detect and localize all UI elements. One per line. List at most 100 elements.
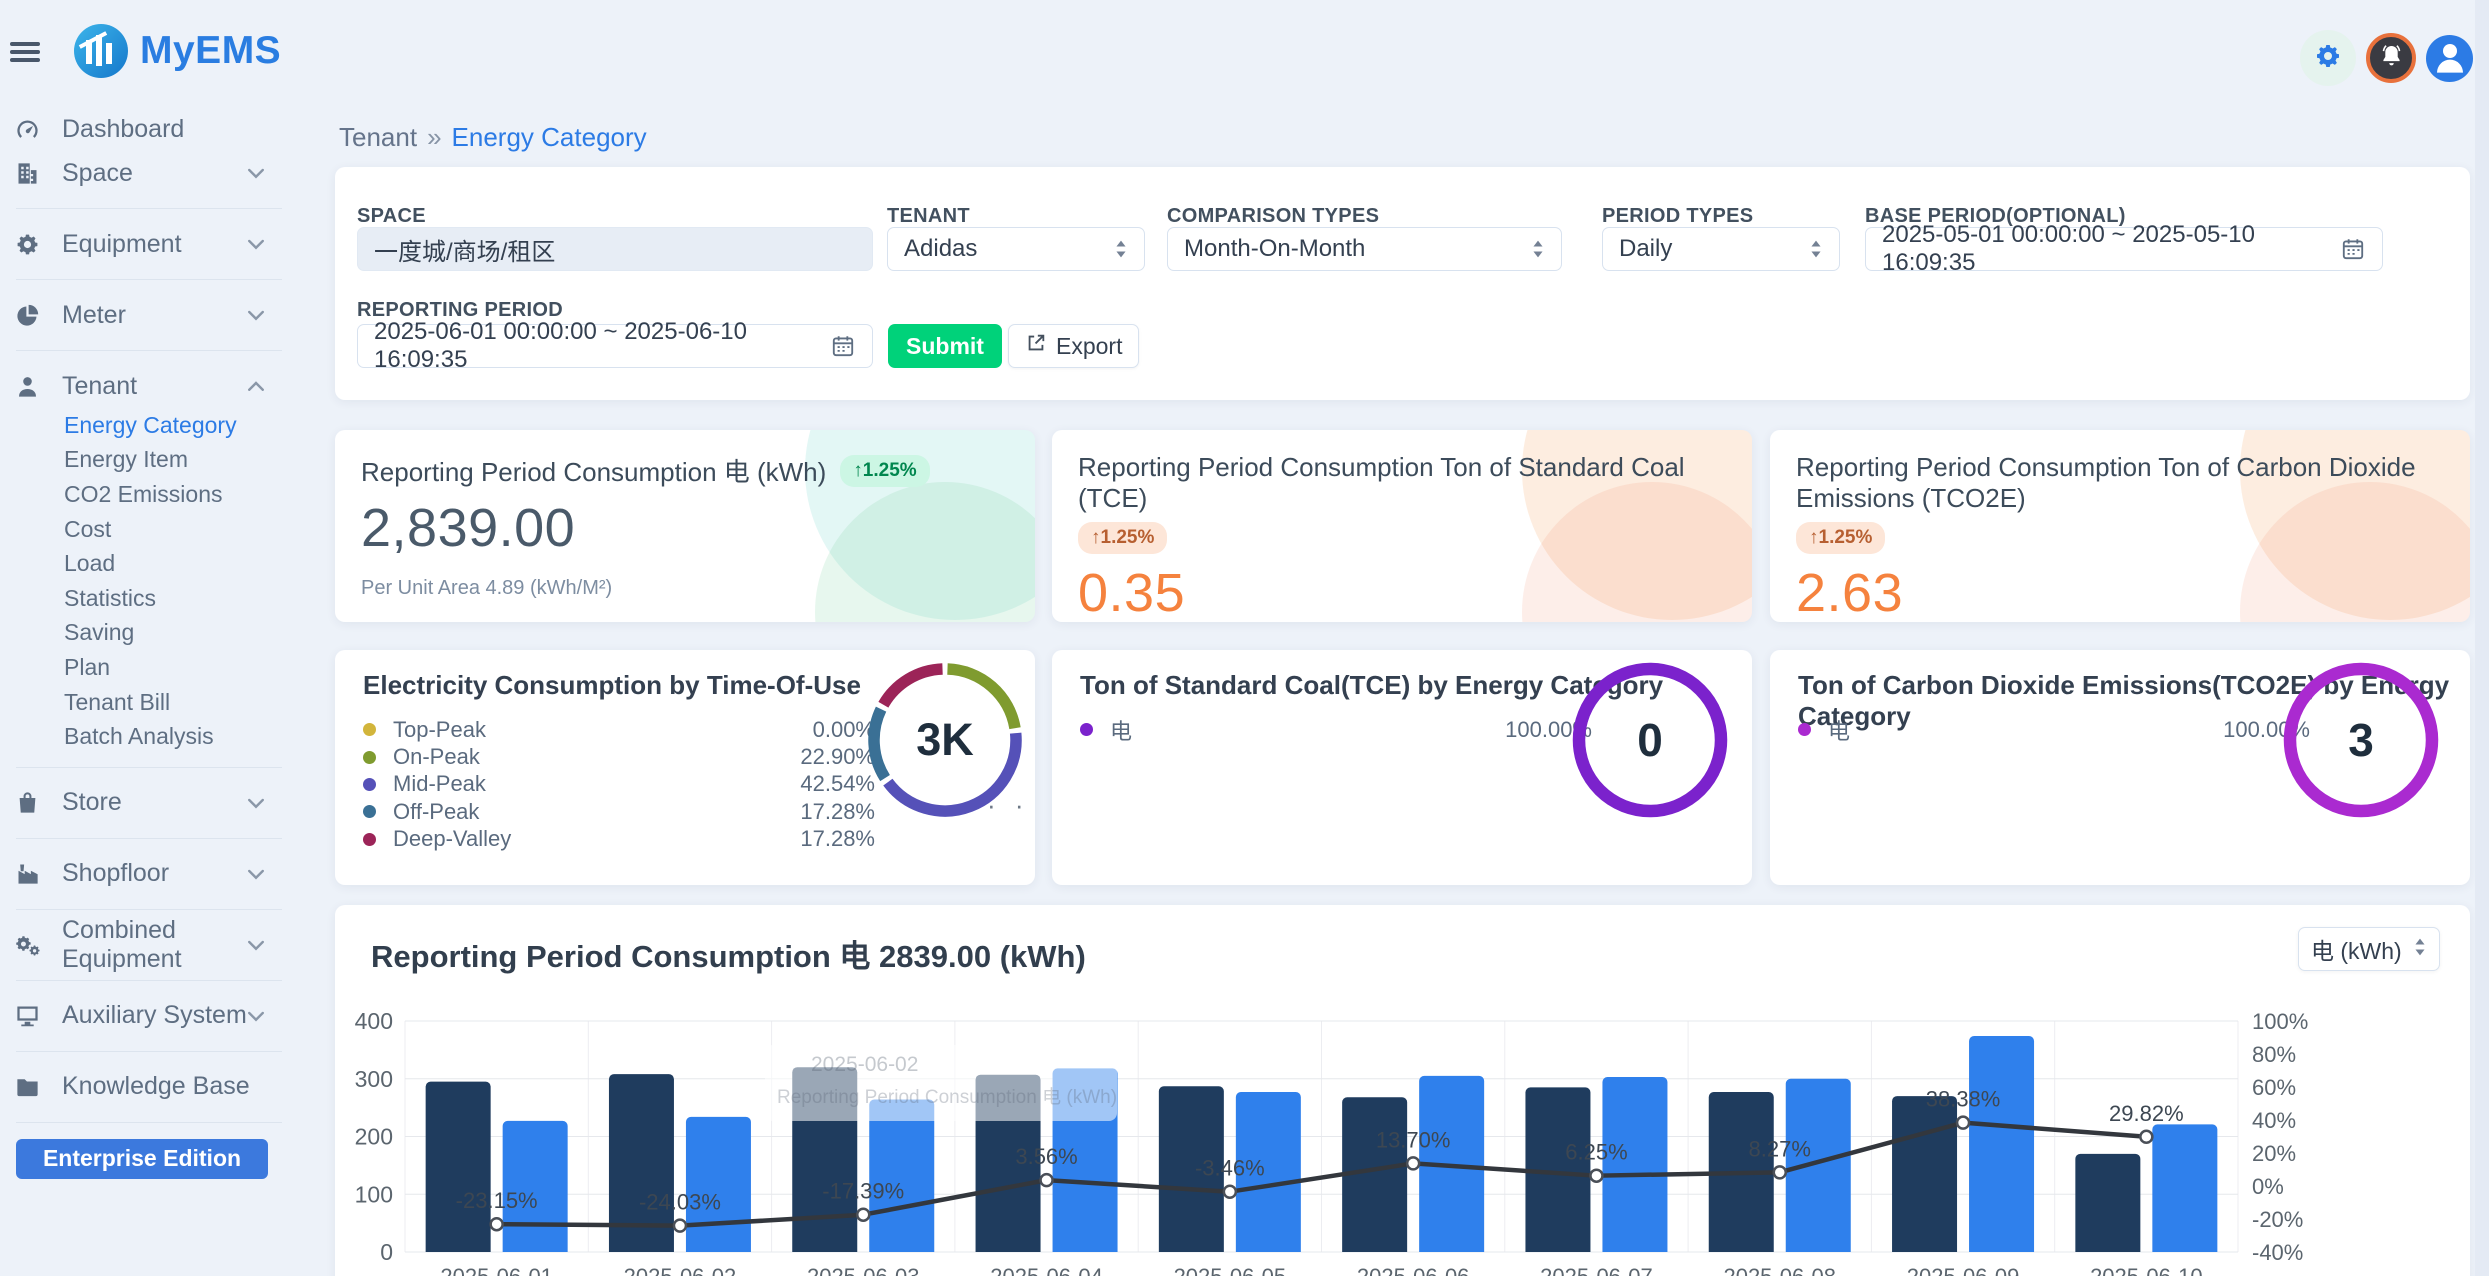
sidebar-item-label: Space [62,159,133,188]
svg-text:2025-06-06: 2025-06-06 [1357,1264,1470,1276]
enterprise-edition-button[interactable]: Enterprise Edition [16,1139,268,1179]
svg-text:3.56%: 3.56% [1015,1144,1077,1169]
sidebar-item-label: Auxiliary System [62,1001,247,1030]
space-input[interactable]: 一度城/商场/租区 [357,227,873,271]
svg-text:60%: 60% [2252,1075,2296,1100]
svg-text:0: 0 [380,1239,393,1265]
chevron-down-icon [244,303,268,327]
sidebar-item-combined-equipment[interactable]: Combined Equipment [0,923,300,967]
breadcrumb: Tenant»Energy Category [339,122,647,153]
export-button[interactable]: Export [1008,324,1139,368]
svg-text:100: 100 [355,1181,393,1207]
sidebar-item-space[interactable]: Space [0,151,300,195]
sidebar-divider [16,838,282,839]
sidebar-item-label: Shopfloor [62,859,169,888]
sidebar-item-label: Dashboard [62,115,184,144]
pie-icon [14,302,41,329]
legend-row[interactable]: On-Peak22.90% [363,743,875,770]
sidebar-subitem-co2-emissions[interactable]: CO2 Emissions [0,477,300,512]
svg-text:38.38%: 38.38% [1926,1087,2001,1112]
hamburger-menu-icon[interactable] [10,42,40,66]
legend-row[interactable]: Off-Peak17.28% [363,798,875,825]
trend-badge: ↑1.25% [1796,522,1885,554]
sidebar-subitem-statistics[interactable]: Statistics [0,581,300,616]
sidebar-item-knowledge-base[interactable]: Knowledge Base [0,1065,300,1109]
user-avatar[interactable] [2426,35,2473,82]
svg-text:2025-06-04: 2025-06-04 [990,1264,1103,1276]
sidebar-subitem-plan[interactable]: Plan [0,650,300,685]
base-period-input[interactable]: 2025-05-01 00:00:00 ~ 2025-05-10 16:09:3… [1865,227,2383,271]
sidebar-item-store[interactable]: Store [0,781,300,825]
folder-icon [14,1073,41,1100]
reporting-period-input[interactable]: 2025-06-01 00:00:00 ~ 2025-06-10 16:09:3… [357,324,873,368]
sidebar-divider [16,279,282,280]
metric-card-electricity: Reporting Period Consumption 电 (kWh) ↑1.2… [335,430,1035,622]
trend-badge: ↑1.25% [840,455,929,487]
breadcrumb-parent[interactable]: Tenant [339,122,417,152]
svg-text:20%: 20% [2252,1141,2296,1166]
sidebar-subitem-energy-category[interactable]: Energy Category [0,408,300,443]
svg-text:100%: 100% [2252,1009,2308,1034]
notifications-bell-icon[interactable] [2366,33,2416,83]
monitor-icon [14,1002,41,1029]
svg-text:-24.03%: -24.03% [639,1190,721,1215]
app-logo[interactable]: MyEMS [74,24,281,78]
chart-unit-select[interactable]: 电 (kWh) [2298,927,2440,971]
tenant-select[interactable]: Adidas [887,227,1145,271]
sidebar-subitem-tenant-bill[interactable]: Tenant Bill [0,685,300,720]
svg-text:300: 300 [355,1066,393,1092]
chevron-down-icon [244,862,268,886]
legend-row[interactable]: 电100.00% [1080,716,1592,743]
sort-caret-icon [1531,239,1545,259]
metric-title: Reporting Period Consumption 电 (kWh) [361,452,826,489]
tenant-label: TENANT [887,205,970,228]
chevron-down-icon [244,232,268,256]
settings-gear-icon[interactable] [2300,30,2356,86]
svg-text:3K: 3K [916,714,974,765]
legend-row[interactable]: Deep-Valley17.28% [363,826,875,853]
sidebar-subitem-load[interactable]: Load [0,546,300,581]
legend-label: Top-Peak [393,717,486,743]
legend-label: 电 [1828,714,1850,746]
chevron-down-icon [244,161,268,185]
building-icon [14,160,41,187]
chevron-down-icon [244,1004,268,1028]
legend-dot [363,805,376,818]
svg-text:-3.46%: -3.46% [1195,1156,1265,1181]
svg-text:2025-06-09: 2025-06-09 [1907,1264,2020,1276]
sidebar-item-tenant[interactable]: Tenant [0,364,300,408]
period-types-select[interactable]: Daily [1602,227,1840,271]
sidebar-item-shopfloor[interactable]: Shopfloor [0,852,300,896]
sidebar-item-dashboard[interactable]: Dashboard [0,107,300,151]
metric-title: Reporting Period Consumption Ton of Stan… [1078,452,1726,514]
sidebar-subitem-energy-item[interactable]: Energy Item [0,443,300,478]
sidebar-item-auxiliary-system[interactable]: Auxiliary System [0,994,300,1038]
comparison-types-select[interactable]: Month-On-Month [1167,227,1562,271]
sidebar-divider [16,208,282,209]
donut-legend: 电100.00% [1798,716,2310,743]
sidebar-subitem-saving[interactable]: Saving [0,616,300,651]
legend-row[interactable]: Top-Peak0.00% [363,716,875,743]
sidebar-item-label: Store [62,788,122,817]
donut-chart[interactable]: 3 [2276,655,2446,825]
submit-button[interactable]: Submit [888,324,1002,368]
calendar-icon [830,333,856,359]
scrollbar[interactable] [2475,0,2489,1276]
legend-dot [1798,723,1811,736]
sidebar-item-equipment[interactable]: Equipment [0,222,300,266]
svg-text:13.70%: 13.70% [1376,1127,1451,1152]
metric-card-tco2e: Reporting Period Consumption Ton of Carb… [1770,430,2470,622]
gear-icon [14,231,41,258]
donut-chart[interactable]: 0 [1565,655,1735,825]
svg-text:2025-06-10: 2025-06-10 [2090,1264,2203,1276]
legend-row[interactable]: 电100.00% [1798,716,2310,743]
legend-dot [1080,723,1093,736]
sidebar-item-label: Tenant [62,372,137,401]
chevron-down-icon [244,933,268,957]
sort-caret-icon [1114,239,1128,259]
sidebar-subitem-cost[interactable]: Cost [0,512,300,547]
sidebar-subitem-batch-analysis[interactable]: Batch Analysis [0,719,300,754]
sidebar-item-meter[interactable]: Meter [0,293,300,337]
metric-value: 0.35 [1078,562,1726,622]
legend-row[interactable]: Mid-Peak42.54% [363,771,875,798]
